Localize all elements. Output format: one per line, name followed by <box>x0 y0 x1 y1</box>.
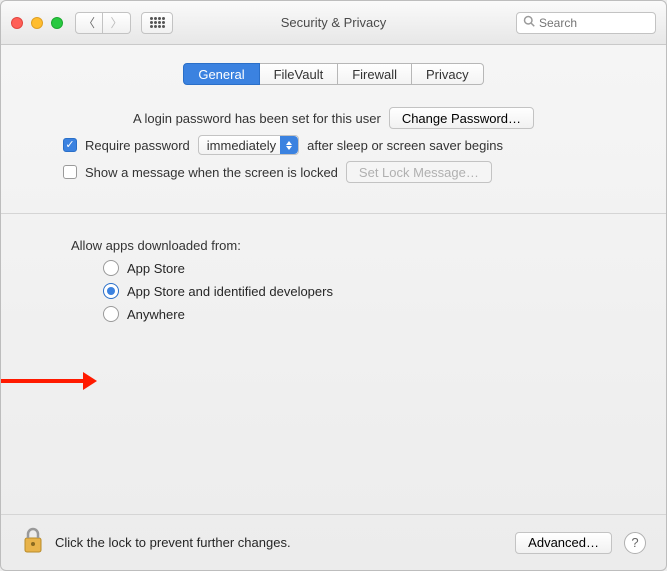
search-field[interactable] <box>516 12 656 34</box>
forward-button[interactable]: 〉 <box>103 12 131 34</box>
content-area: General FileVault Firewall Privacy A log… <box>1 45 666 514</box>
require-password-row: Require password immediately after sleep… <box>63 135 636 155</box>
chevron-right-icon: 〉 <box>110 14 122 31</box>
gatekeeper-option-appstore[interactable]: App Store <box>103 260 636 276</box>
lock-icon[interactable] <box>21 526 45 559</box>
tab-general[interactable]: General <box>183 63 259 85</box>
preferences-window: 〈 〉 Security & Privacy General FileVault… <box>0 0 667 571</box>
set-lock-message-button: Set Lock Message… <box>346 161 492 183</box>
close-icon[interactable] <box>11 17 23 29</box>
after-sleep-label: after sleep or screen saver begins <box>307 138 503 153</box>
gatekeeper-option-appstore-and-identified-developers[interactable]: App Store and identified developers <box>103 283 636 299</box>
titlebar: 〈 〉 Security & Privacy <box>1 1 666 45</box>
tab-privacy[interactable]: Privacy <box>412 63 484 85</box>
tab-bar: General FileVault Firewall Privacy <box>31 63 636 85</box>
search-icon <box>523 15 535 30</box>
radio-icon <box>103 306 119 322</box>
tab-firewall[interactable]: Firewall <box>338 63 412 85</box>
chevron-left-icon: 〈 <box>83 14 95 31</box>
back-button[interactable]: 〈 <box>75 12 103 34</box>
show-message-checkbox[interactable] <box>63 165 77 179</box>
login-password-text: A login password has been set for this u… <box>133 111 381 126</box>
annotation-arrow <box>1 371 103 391</box>
login-password-row: A login password has been set for this u… <box>31 107 636 129</box>
help-button[interactable]: ? <box>624 532 646 554</box>
grid-icon <box>150 17 165 28</box>
gatekeeper-radio-group: App Store App Store and identified devel… <box>31 260 636 322</box>
show-all-button[interactable] <box>141 12 173 34</box>
tab-filevault[interactable]: FileVault <box>260 63 339 85</box>
password-delay-value: immediately <box>207 138 276 153</box>
stepper-icon <box>280 136 298 154</box>
zoom-icon[interactable] <box>51 17 63 29</box>
show-message-row: Show a message when the screen is locked… <box>63 161 636 183</box>
minimize-icon[interactable] <box>31 17 43 29</box>
require-password-label: Require password <box>85 138 190 153</box>
password-delay-select[interactable]: immediately <box>198 135 299 155</box>
change-password-button[interactable]: Change Password… <box>389 107 534 129</box>
gatekeeper-heading: Allow apps downloaded from: <box>71 238 636 253</box>
radio-icon <box>103 260 119 276</box>
radio-label: App Store <box>127 261 185 276</box>
lock-text: Click the lock to prevent further change… <box>55 535 291 550</box>
footer: Click the lock to prevent further change… <box>1 514 666 570</box>
radio-label: Anywhere <box>127 307 185 322</box>
nav-buttons: 〈 〉 <box>75 12 131 34</box>
require-password-checkbox[interactable] <box>63 138 77 152</box>
gatekeeper-option-anywhere[interactable]: Anywhere <box>103 306 636 322</box>
radio-icon <box>103 283 119 299</box>
search-input[interactable] <box>539 16 649 30</box>
advanced-button[interactable]: Advanced… <box>515 532 612 554</box>
radio-label: App Store and identified developers <box>127 284 333 299</box>
window-controls <box>11 17 63 29</box>
section-divider <box>1 213 666 214</box>
show-message-label: Show a message when the screen is locked <box>85 165 338 180</box>
